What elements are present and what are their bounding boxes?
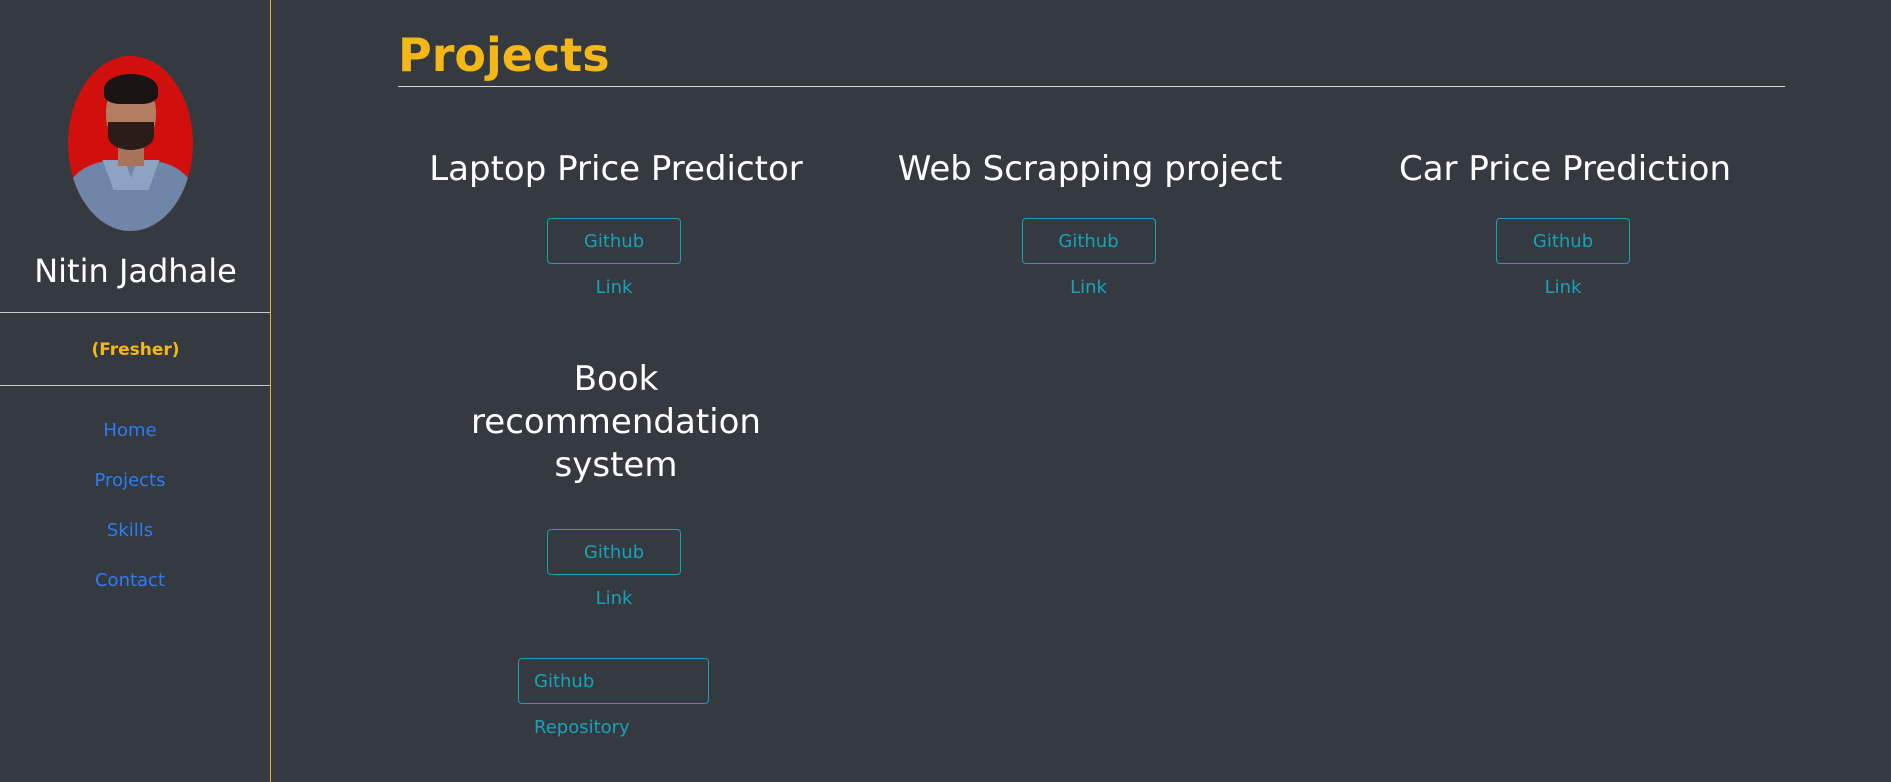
project-card: Car Price Prediction Github Link xyxy=(1365,148,1765,298)
nav-link-skills[interactable]: Skills xyxy=(0,518,260,568)
github-link-button[interactable]: Github Link xyxy=(1496,218,1630,298)
project-title: Laptop Price Predictor xyxy=(429,149,803,189)
project-title: Book recommendation system xyxy=(471,359,761,485)
profile-status: (Fresher) xyxy=(91,340,180,360)
project-title: Web Scrapping project xyxy=(897,149,1283,189)
github-link-button[interactable]: Github Link xyxy=(547,218,681,298)
page-title: Projects xyxy=(398,28,610,82)
github-repository-button[interactable]: Github Repository xyxy=(518,658,709,738)
github-link-button[interactable]: Github Link xyxy=(1021,218,1156,298)
avatar xyxy=(68,56,193,231)
title-divider xyxy=(398,86,1785,87)
sidebar-nav: Home Projects Skills Contact xyxy=(0,418,260,618)
project-card: Web Scrapping project Github Link xyxy=(890,148,1290,298)
divider xyxy=(0,312,270,313)
nav-link-projects[interactable]: Projects xyxy=(0,468,260,518)
sidebar: Nitin Jadhale (Fresher) Home Projects Sk… xyxy=(0,0,271,782)
profile-name: Nitin Jadhale xyxy=(34,252,237,290)
nav-link-contact[interactable]: Contact xyxy=(0,568,260,618)
github-link-button[interactable]: Github Link xyxy=(547,529,681,609)
project-card: Laptop Price Predictor Github Link xyxy=(416,148,816,298)
divider xyxy=(0,385,270,386)
nav-link-home[interactable]: Home xyxy=(0,418,260,468)
project-title: Car Price Prediction xyxy=(1398,149,1731,189)
project-card: Book recommendation system Github Link xyxy=(416,358,816,609)
